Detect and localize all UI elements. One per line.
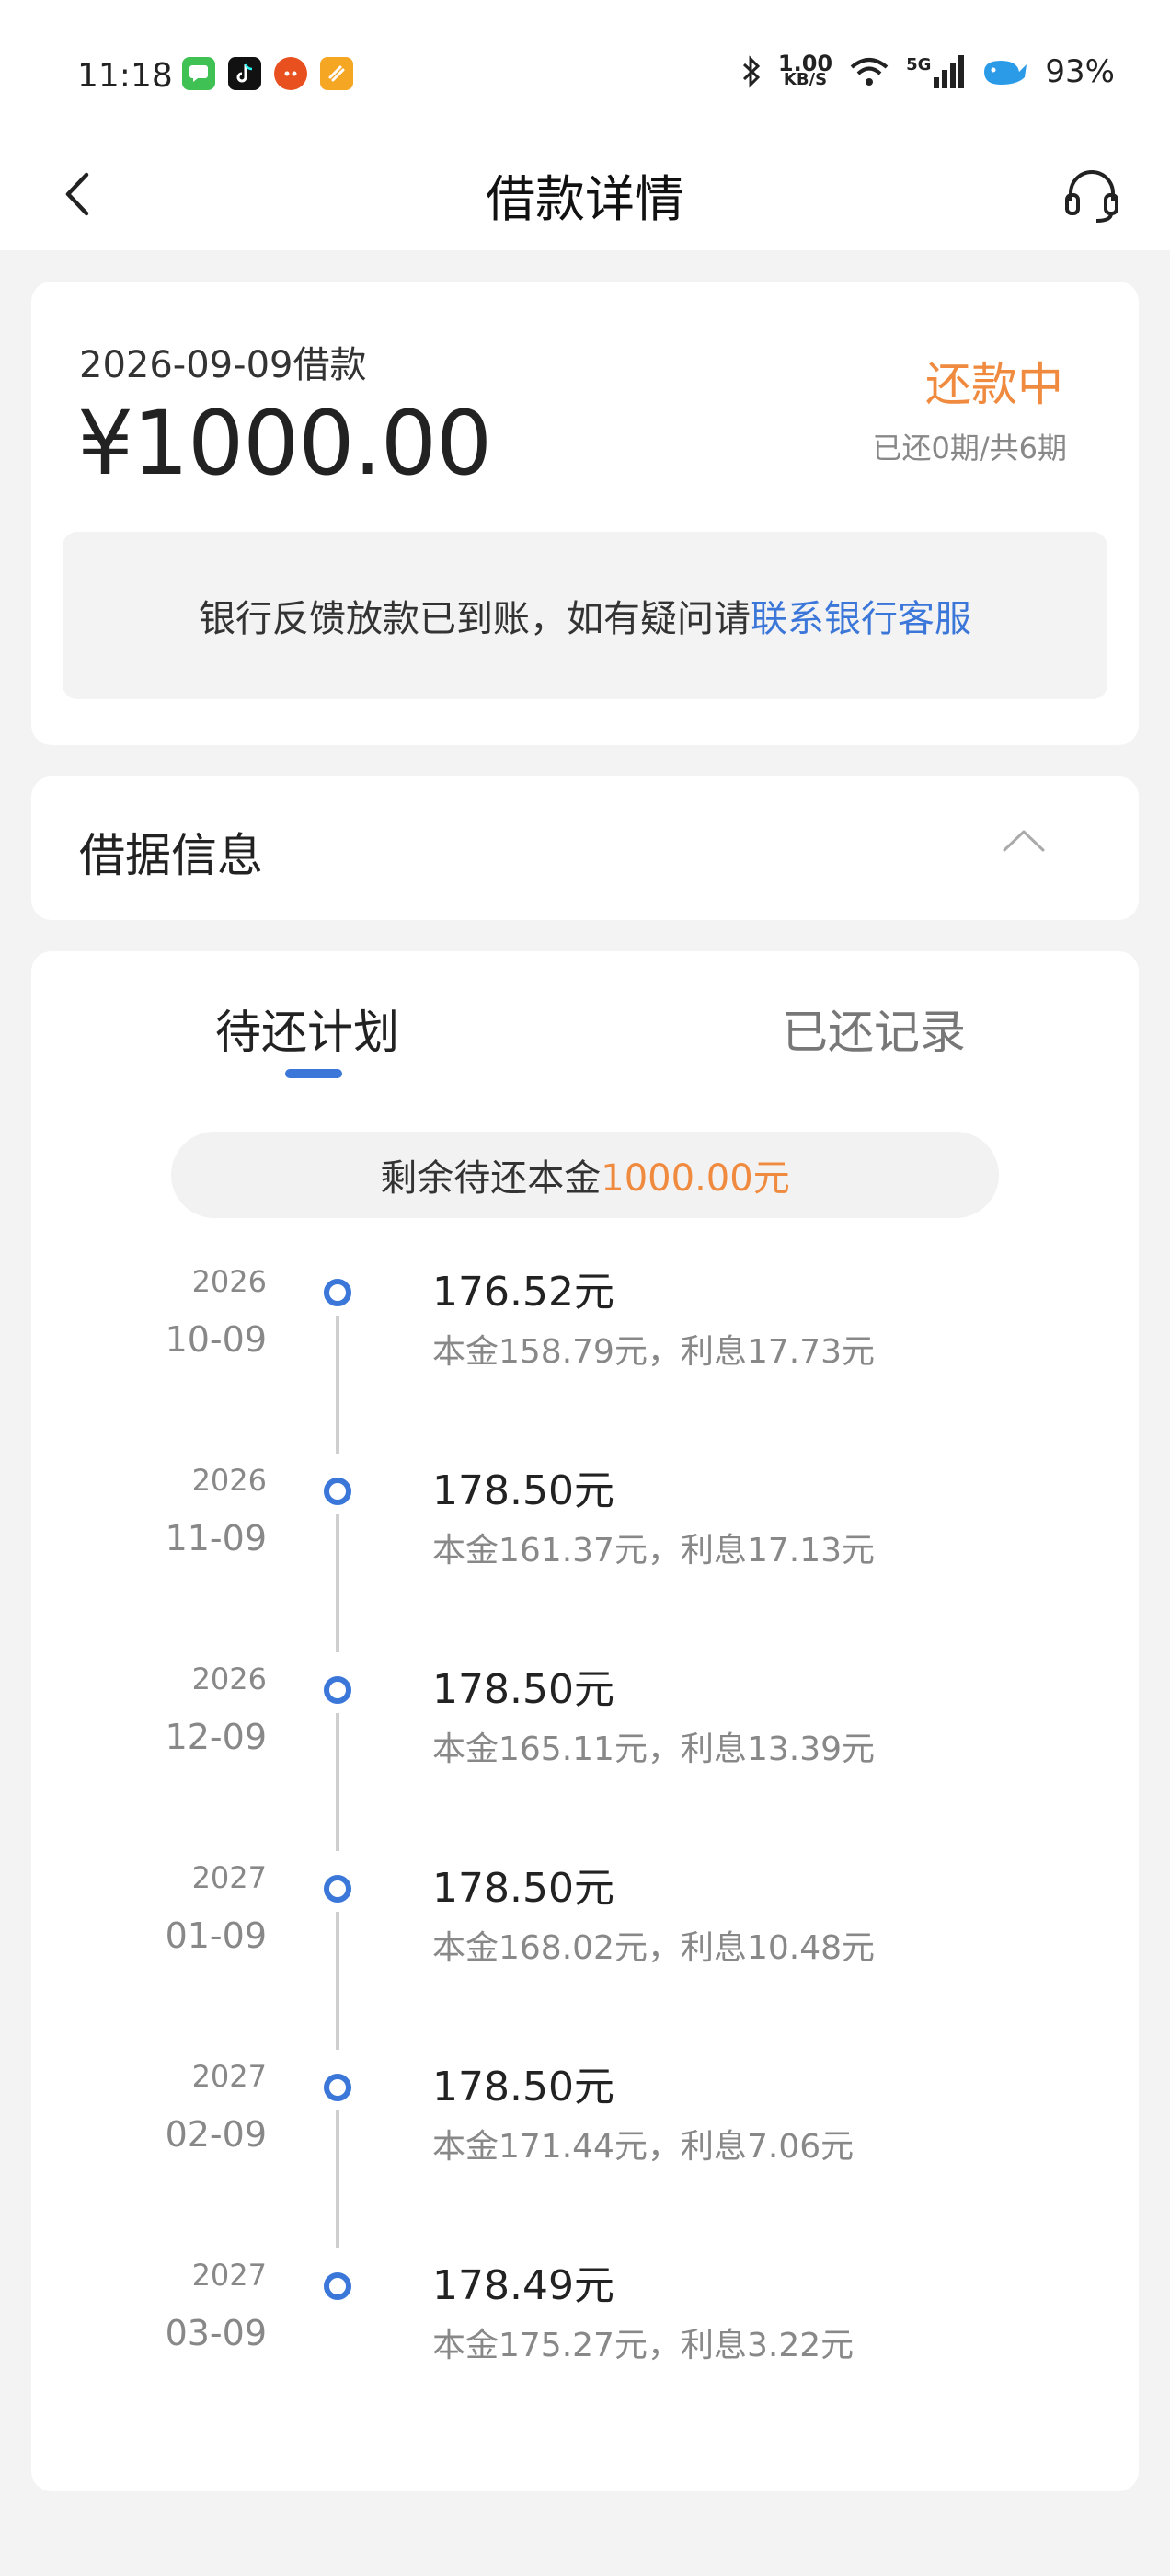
item-detail: 本金158.79元，利息17.73元	[432, 1333, 876, 1371]
remaining-label: 剩余待还本金	[380, 1157, 602, 1200]
item-year: 2027	[191, 2258, 267, 2293]
notice-text: 银行反馈放款已到账，如有疑问请	[199, 598, 751, 640]
game-app-icon	[274, 57, 307, 90]
list-item: 2026 11-09 178.50元 本金161.37元，利息17.13元	[31, 1463, 1139, 1662]
loan-status: 还款中	[925, 358, 1063, 411]
timeline-dot	[324, 2074, 351, 2101]
cellular-signal-icon: 5G	[906, 55, 965, 88]
loan-date: 2026-09-09借款	[79, 344, 367, 386]
timeline-dot	[324, 1478, 351, 1505]
contact-bank-link[interactable]: 联系银行客服	[751, 589, 971, 642]
bluetooth-icon	[742, 55, 761, 88]
notes-app-icon	[320, 57, 353, 90]
item-amount: 178.50元	[432, 1865, 614, 1912]
wifi-icon	[850, 58, 889, 86]
item-date: 12-09	[165, 1717, 267, 1757]
timeline-connector	[336, 1316, 339, 1454]
list-item: 2027 01-09 178.50元 本金168.02元，利息10.48元	[31, 1860, 1139, 2059]
item-year: 2026	[191, 1662, 267, 1696]
remaining-amount: 1000.00元	[601, 1157, 790, 1200]
receipt-info-card[interactable]: 借据信息	[31, 776, 1139, 920]
timeline-connector	[336, 1713, 339, 1851]
active-tab-indicator	[285, 1069, 342, 1078]
item-amount: 178.49元	[432, 2262, 614, 2309]
item-detail: 本金165.11元，利息13.39元	[432, 1731, 876, 1768]
item-amount: 176.52元	[432, 1269, 614, 1316]
status-app-icons	[182, 57, 353, 90]
list-item: 2026 10-09 176.52元 本金158.79元，利息17.73元	[31, 1264, 1139, 1463]
network-speed: 1.00 KB/S	[777, 51, 833, 89]
timeline-dot	[324, 2272, 351, 2300]
whale-battery-icon	[984, 61, 1027, 85]
item-amount: 178.50元	[432, 1467, 614, 1514]
messages-app-icon	[182, 57, 215, 90]
headset-icon	[1065, 170, 1118, 223]
item-detail: 本金161.37元，利息17.13元	[432, 1532, 876, 1570]
item-date: 10-09	[165, 1319, 267, 1360]
tab-paid-records[interactable]: 已还记录	[782, 995, 966, 1062]
item-date: 02-09	[165, 2114, 267, 2155]
item-detail: 本金168.02元，利息10.48元	[432, 1929, 876, 1967]
item-year: 2027	[191, 1860, 267, 1895]
timeline-dot	[324, 1279, 351, 1306]
chevron-up-icon[interactable]	[1001, 826, 1047, 854]
loan-summary-card: 2026-09-09借款 ¥1000.00 还款中 已还0期/共6期 银行反馈放…	[31, 282, 1139, 745]
status-indicators: 1.00 KB/S 5G 93%	[741, 51, 1115, 90]
list-item: 2027 02-09 178.50元 本金171.44元，利息7.06元	[31, 2059, 1139, 2258]
timeline-connector	[336, 2110, 339, 2248]
item-detail: 本金175.27元，利息3.22元	[432, 2327, 855, 2364]
loan-amount: ¥1000.00	[77, 392, 492, 495]
item-detail: 本金171.44元，利息7.06元	[432, 2128, 855, 2166]
list-item: 2027 03-09 178.49元 本金175.27元，利息3.22元	[31, 2258, 1139, 2456]
page-title: 借款详情	[486, 170, 684, 228]
item-year: 2027	[191, 2059, 267, 2094]
timeline-connector	[336, 1912, 339, 2050]
remaining-principal: 剩余待还本金 1000.00元	[171, 1132, 999, 1218]
status-bar: 11:18 1.00 KB/S 5G 93%	[0, 0, 1170, 138]
bank-notice: 银行反馈放款已到账，如有疑问请 联系银行客服	[63, 532, 1107, 699]
timeline-dot	[324, 1676, 351, 1704]
status-time: 11:18	[77, 57, 173, 95]
tiktok-app-icon	[228, 57, 261, 90]
nav-bar: 借款详情	[0, 138, 1170, 250]
item-year: 2026	[191, 1463, 267, 1498]
timeline-dot	[324, 1875, 351, 1903]
timeline-connector	[336, 1514, 339, 1652]
item-amount: 178.50元	[432, 1666, 614, 1713]
tab-pending-plan[interactable]: 待还计划	[215, 995, 399, 1062]
item-date: 01-09	[165, 1915, 267, 1956]
item-amount: 178.50元	[432, 2064, 614, 2110]
item-date: 03-09	[165, 2313, 267, 2353]
item-year: 2026	[191, 1264, 267, 1299]
battery-level: 93%	[1045, 53, 1115, 90]
repayment-progress: 已还0期/共6期	[872, 431, 1067, 466]
customer-service-button[interactable]	[1060, 162, 1124, 226]
list-item: 2026 12-09 178.50元 本金165.11元，利息13.39元	[31, 1662, 1139, 1860]
repayment-plan-card: 待还计划 已还记录 剩余待还本金 1000.00元 2026 10-09 176.…	[31, 951, 1139, 2491]
receipt-title: 借据信息	[79, 829, 263, 882]
item-date: 11-09	[165, 1518, 267, 1558]
